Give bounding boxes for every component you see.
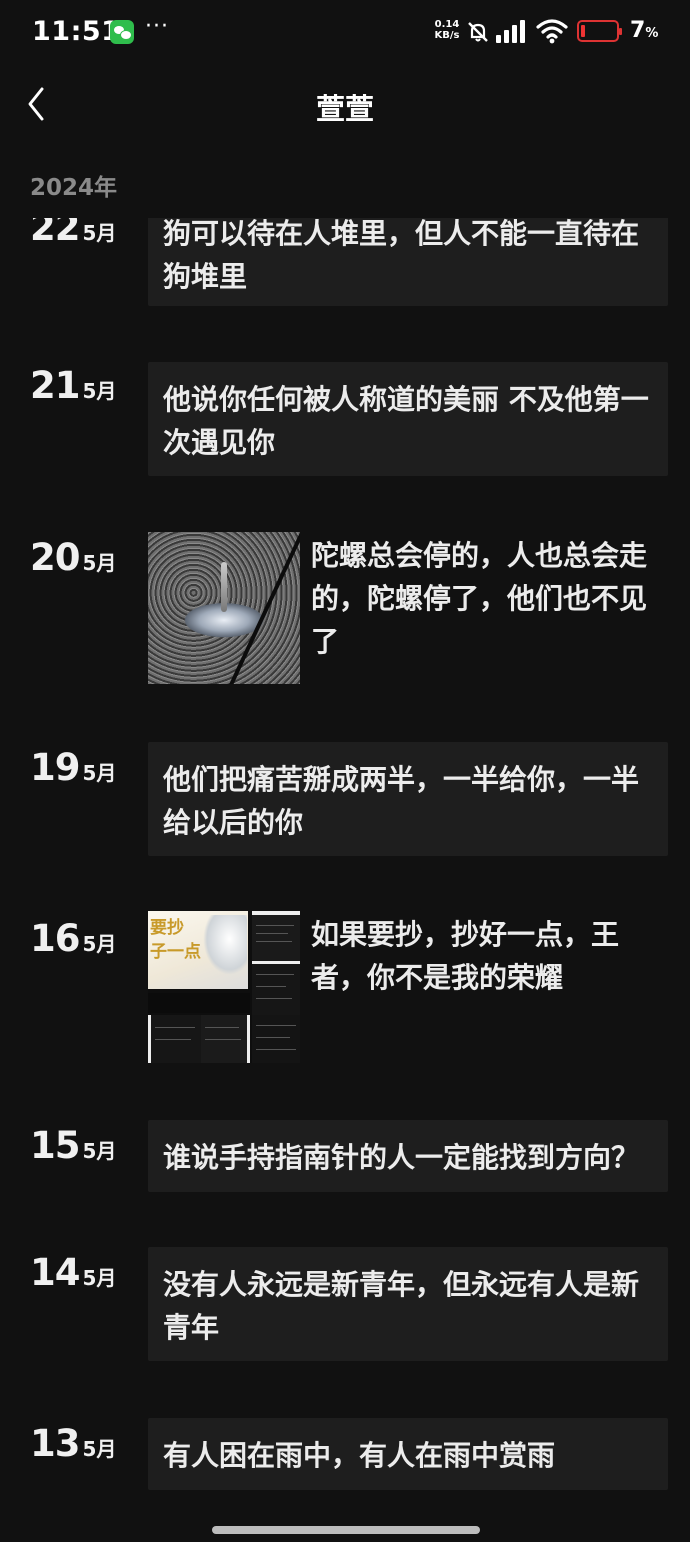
more-notifications-icon: ···: [145, 14, 169, 39]
entry-text-card[interactable]: 他们把痛苦掰成两半，一半给你，一半给以后的你: [148, 742, 668, 856]
home-indicator[interactable]: [212, 1526, 480, 1534]
screenshot-collage-thumbnail[interactable]: 要抄 子一点: [148, 911, 300, 1063]
cellular-signal-icon: [495, 20, 529, 48]
entry-date: 21 5月: [30, 364, 117, 407]
entry-text-card[interactable]: 狗可以待在人堆里，但人不能一直待在狗堆里: [148, 206, 668, 306]
entry-text-card[interactable]: 有人困在雨中，有人在雨中赏雨: [148, 1418, 668, 1490]
entry-date: 19 5月: [30, 746, 117, 789]
status-bar: 11:51 ··· 0.14 KB/s 7%: [0, 0, 690, 64]
entry-date: 15 5月: [30, 1124, 117, 1167]
spinning-top-thumbnail[interactable]: [148, 532, 300, 684]
wechat-notification-icon: [110, 20, 134, 44]
year-label: 2024年: [30, 175, 118, 201]
entry-text-card[interactable]: 谁说手持指南针的人一定能找到方向？: [148, 1120, 668, 1192]
entry-text-card[interactable]: 他说你任何被人称道的美丽 不及他第一次遇见你: [148, 362, 668, 476]
entry-caption[interactable]: 陀螺总会停的，人也总会走的，陀螺停了，他们也不见了: [311, 534, 671, 663]
battery-low-icon: [577, 20, 622, 42]
moments-feed[interactable]: 22 5月 狗可以待在人堆里，但人不能一直待在狗堆里 21 5月 他说你任何被人称道…: [0, 0, 690, 1542]
entry-caption[interactable]: 如果要抄，抄好一点，王者，你不是我的荣耀: [311, 913, 671, 999]
clock: 11:51: [32, 16, 121, 47]
entry-text-card[interactable]: 没有人永远是新青年，但永远有人是新青年: [148, 1247, 668, 1361]
page-title: 萱萱: [315, 92, 374, 126]
entry-date: 13 5月: [30, 1422, 117, 1465]
navigation-bar: 萱萱: [0, 64, 690, 144]
wifi-icon: [536, 18, 568, 48]
entry-date: 20 5月: [30, 536, 117, 579]
mute-bell-icon: [466, 20, 490, 48]
entry-date: 14 5月: [30, 1251, 117, 1294]
network-speed: 0.14 KB/s: [434, 19, 460, 41]
year-header: 2024年: [0, 144, 690, 218]
battery-percentage: 7%: [630, 18, 659, 43]
entry-date: 16 5月: [30, 917, 117, 960]
